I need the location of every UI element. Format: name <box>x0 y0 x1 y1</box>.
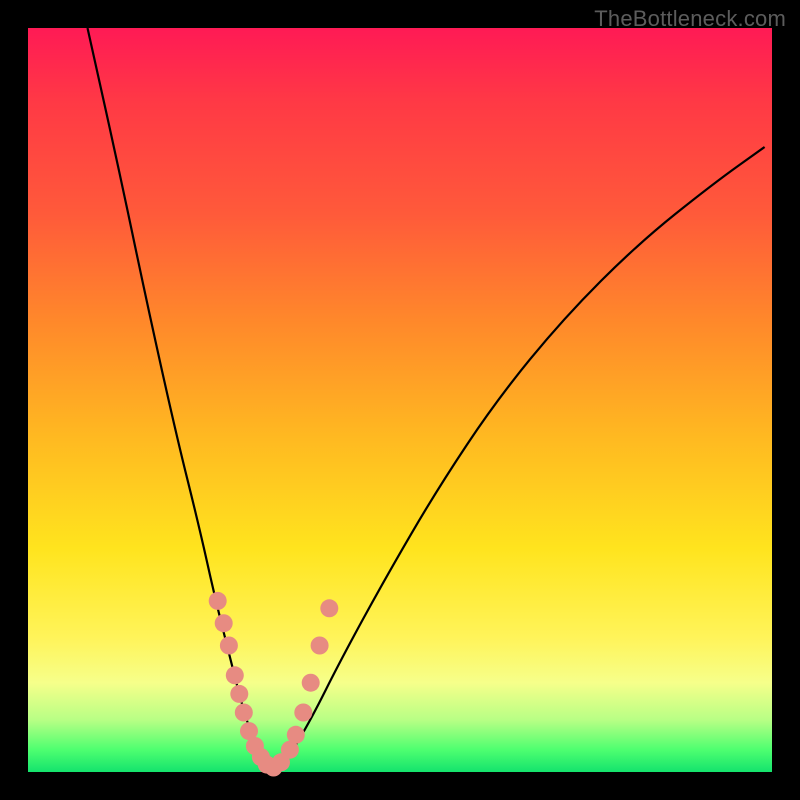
curve-marker <box>209 592 227 610</box>
curve-marker <box>230 685 248 703</box>
watermark-text: TheBottleneck.com <box>594 6 786 32</box>
curve-marker <box>215 614 233 632</box>
marker-group <box>209 592 339 777</box>
plot-area <box>28 28 772 772</box>
curve-marker <box>287 726 305 744</box>
curve-svg <box>28 28 772 772</box>
curve-marker <box>294 704 312 722</box>
curve-marker <box>220 637 238 655</box>
curve-marker <box>311 637 329 655</box>
curve-marker <box>226 666 244 684</box>
bottleneck-curve <box>88 28 765 766</box>
curve-marker <box>320 599 338 617</box>
curve-marker <box>302 674 320 692</box>
curve-marker <box>235 704 253 722</box>
chart-frame: TheBottleneck.com <box>0 0 800 800</box>
